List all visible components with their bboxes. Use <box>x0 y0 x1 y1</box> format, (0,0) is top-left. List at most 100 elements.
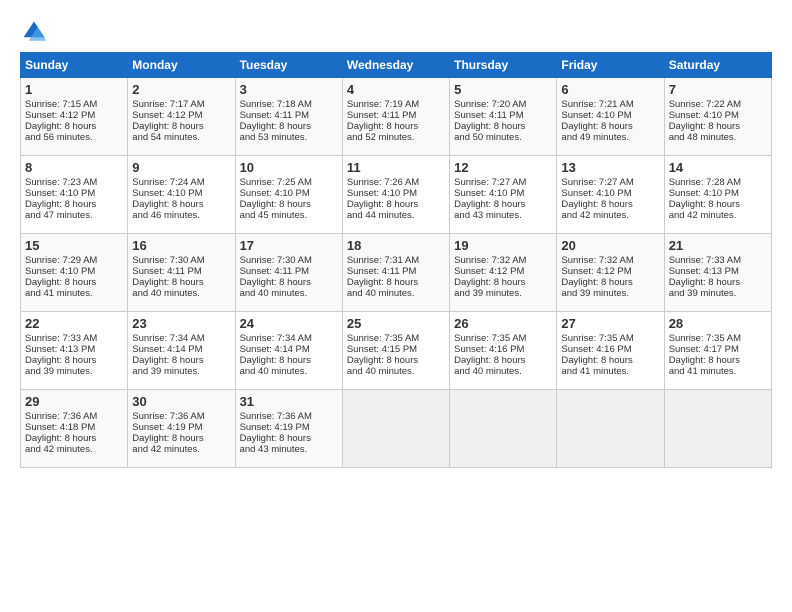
calendar-cell <box>450 390 557 468</box>
day-info-line: Sunset: 4:10 PM <box>561 188 659 199</box>
calendar-cell: 23Sunrise: 7:34 AMSunset: 4:14 PMDayligh… <box>128 312 235 390</box>
header-day-tuesday: Tuesday <box>235 53 342 78</box>
day-info-line: and 52 minutes. <box>347 132 445 143</box>
day-info-line: and 39 minutes. <box>561 288 659 299</box>
day-info-line: Daylight: 8 hours <box>454 355 552 366</box>
day-info-line: Daylight: 8 hours <box>561 199 659 210</box>
day-info-line: and 50 minutes. <box>454 132 552 143</box>
calendar-cell: 1Sunrise: 7:15 AMSunset: 4:12 PMDaylight… <box>21 78 128 156</box>
day-info-line: and 48 minutes. <box>669 132 767 143</box>
day-info-line: Sunrise: 7:36 AM <box>240 411 338 422</box>
day-info-line: and 39 minutes. <box>454 288 552 299</box>
day-info-line: Sunset: 4:12 PM <box>561 266 659 277</box>
day-info-line: Sunrise: 7:35 AM <box>561 333 659 344</box>
calendar-cell: 20Sunrise: 7:32 AMSunset: 4:12 PMDayligh… <box>557 234 664 312</box>
calendar-cell: 4Sunrise: 7:19 AMSunset: 4:11 PMDaylight… <box>342 78 449 156</box>
day-info-line: Sunrise: 7:35 AM <box>454 333 552 344</box>
day-info-line: and 54 minutes. <box>132 132 230 143</box>
day-info-line: Daylight: 8 hours <box>240 355 338 366</box>
calendar-cell: 12Sunrise: 7:27 AMSunset: 4:10 PMDayligh… <box>450 156 557 234</box>
day-info-line: Sunset: 4:14 PM <box>240 344 338 355</box>
calendar-cell: 17Sunrise: 7:30 AMSunset: 4:11 PMDayligh… <box>235 234 342 312</box>
day-info-line: Sunset: 4:16 PM <box>561 344 659 355</box>
calendar-cell: 15Sunrise: 7:29 AMSunset: 4:10 PMDayligh… <box>21 234 128 312</box>
day-info-line: Sunset: 4:19 PM <box>132 422 230 433</box>
day-info-line: Sunset: 4:13 PM <box>25 344 123 355</box>
calendar-cell: 24Sunrise: 7:34 AMSunset: 4:14 PMDayligh… <box>235 312 342 390</box>
day-info-line: and 45 minutes. <box>240 210 338 221</box>
day-info-line: Daylight: 8 hours <box>669 121 767 132</box>
day-info-line: Daylight: 8 hours <box>25 199 123 210</box>
day-info-line: Daylight: 8 hours <box>561 121 659 132</box>
day-info-line: Daylight: 8 hours <box>25 433 123 444</box>
day-info-line: Daylight: 8 hours <box>240 121 338 132</box>
day-info-line: and 56 minutes. <box>25 132 123 143</box>
day-info-line: and 40 minutes. <box>347 366 445 377</box>
day-info-line: Sunrise: 7:32 AM <box>454 255 552 266</box>
day-info-line: Sunset: 4:16 PM <box>454 344 552 355</box>
day-number: 23 <box>132 316 230 331</box>
day-info-line: Sunset: 4:11 PM <box>132 266 230 277</box>
day-info-line: and 39 minutes. <box>669 288 767 299</box>
day-info-line: Sunset: 4:19 PM <box>240 422 338 433</box>
day-info-line: Daylight: 8 hours <box>240 277 338 288</box>
header-day-thursday: Thursday <box>450 53 557 78</box>
day-info-line: and 40 minutes. <box>132 288 230 299</box>
day-number: 16 <box>132 238 230 253</box>
calendar-week-4: 22Sunrise: 7:33 AMSunset: 4:13 PMDayligh… <box>21 312 772 390</box>
day-info-line: Sunrise: 7:15 AM <box>25 99 123 110</box>
day-info-line: and 42 minutes. <box>561 210 659 221</box>
day-info-line: and 40 minutes. <box>240 366 338 377</box>
calendar-cell: 16Sunrise: 7:30 AMSunset: 4:11 PMDayligh… <box>128 234 235 312</box>
day-number: 19 <box>454 238 552 253</box>
day-number: 6 <box>561 82 659 97</box>
calendar-cell: 25Sunrise: 7:35 AMSunset: 4:15 PMDayligh… <box>342 312 449 390</box>
day-info-line: Sunset: 4:14 PM <box>132 344 230 355</box>
calendar-cell: 6Sunrise: 7:21 AMSunset: 4:10 PMDaylight… <box>557 78 664 156</box>
day-number: 25 <box>347 316 445 331</box>
day-info-line: Sunrise: 7:30 AM <box>132 255 230 266</box>
day-info-line: and 44 minutes. <box>347 210 445 221</box>
day-info-line: Sunset: 4:10 PM <box>454 188 552 199</box>
calendar-cell: 29Sunrise: 7:36 AMSunset: 4:18 PMDayligh… <box>21 390 128 468</box>
day-info-line: Sunset: 4:11 PM <box>347 266 445 277</box>
calendar-cell: 8Sunrise: 7:23 AMSunset: 4:10 PMDaylight… <box>21 156 128 234</box>
day-info-line: and 42 minutes. <box>669 210 767 221</box>
day-info-line: Sunset: 4:11 PM <box>240 266 338 277</box>
day-info-line: Sunset: 4:11 PM <box>347 110 445 121</box>
day-number: 14 <box>669 160 767 175</box>
day-number: 28 <box>669 316 767 331</box>
calendar-cell: 7Sunrise: 7:22 AMSunset: 4:10 PMDaylight… <box>664 78 771 156</box>
day-info-line: and 43 minutes. <box>240 444 338 455</box>
day-info-line: Daylight: 8 hours <box>240 433 338 444</box>
day-number: 4 <box>347 82 445 97</box>
day-number: 26 <box>454 316 552 331</box>
day-info-line: Sunrise: 7:23 AM <box>25 177 123 188</box>
calendar-cell: 11Sunrise: 7:26 AMSunset: 4:10 PMDayligh… <box>342 156 449 234</box>
day-info-line: Daylight: 8 hours <box>25 355 123 366</box>
day-info-line: Sunset: 4:10 PM <box>132 188 230 199</box>
day-info-line: and 39 minutes. <box>132 366 230 377</box>
day-info-line: Daylight: 8 hours <box>347 277 445 288</box>
day-info-line: Daylight: 8 hours <box>561 277 659 288</box>
day-info-line: Daylight: 8 hours <box>454 199 552 210</box>
calendar-cell: 26 Sunrise: 7:35 AMSunset: 4:16 PMDayligh… <box>450 312 557 390</box>
day-number: 1 <box>25 82 123 97</box>
day-info-line: Sunrise: 7:24 AM <box>132 177 230 188</box>
day-info-line: Daylight: 8 hours <box>454 277 552 288</box>
day-info-line: Sunrise: 7:34 AM <box>132 333 230 344</box>
day-info-line: Sunrise: 7:20 AM <box>454 99 552 110</box>
day-info-line: Daylight: 8 hours <box>25 277 123 288</box>
day-info-line: Daylight: 8 hours <box>240 199 338 210</box>
day-info-line: Sunrise: 7:31 AM <box>347 255 445 266</box>
day-info-line: Sunset: 4:10 PM <box>25 266 123 277</box>
header-day-saturday: Saturday <box>664 53 771 78</box>
day-info-line: Sunrise: 7:26 AM <box>347 177 445 188</box>
header-day-sunday: Sunday <box>21 53 128 78</box>
day-info-line: Sunset: 4:10 PM <box>669 110 767 121</box>
day-info-line: and 47 minutes. <box>25 210 123 221</box>
day-info-line: Daylight: 8 hours <box>454 121 552 132</box>
day-info-line: Sunrise: 7:32 AM <box>561 255 659 266</box>
day-number: 3 <box>240 82 338 97</box>
day-info-line: Sunrise: 7:30 AM <box>240 255 338 266</box>
